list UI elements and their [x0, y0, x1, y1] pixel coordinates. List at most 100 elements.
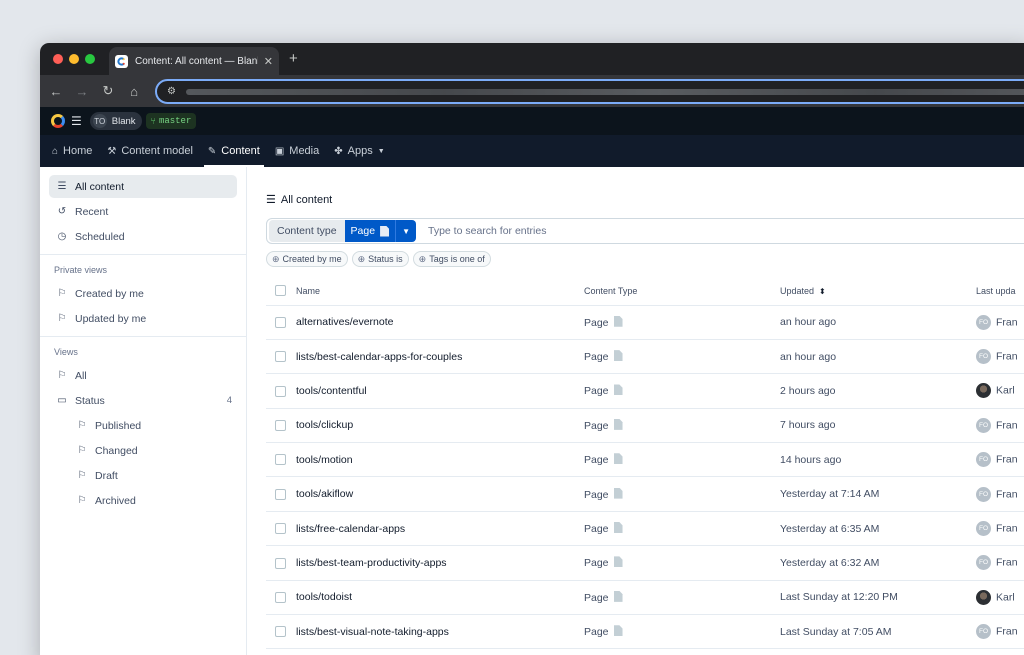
address-bar[interactable]: ⚙: [155, 79, 1024, 104]
column-header-name[interactable]: Name: [296, 277, 584, 306]
maximize-window-button[interactable]: [85, 54, 95, 64]
row-checkbox[interactable]: [275, 420, 286, 432]
filter-status-is[interactable]: ⊕ Status is: [351, 251, 409, 267]
table-row[interactable]: lists/best-calendar-apps-for-couples Page…: [266, 339, 1024, 375]
column-header-content-type[interactable]: Content Type: [584, 277, 780, 306]
sidebar-item-created-by-me[interactable]: ⚐ Created by me: [49, 282, 237, 305]
minimize-window-button[interactable]: [69, 54, 79, 64]
sidebar-item-published[interactable]: ⚐ Published: [69, 414, 237, 437]
row-checkbox[interactable]: [275, 316, 286, 328]
forward-icon[interactable]: →: [69, 84, 95, 99]
bookmark-icon: ⚐: [77, 470, 87, 481]
sidebar-item-draft[interactable]: ⚐ Draft: [69, 464, 237, 487]
row-checkbox[interactable]: [275, 385, 286, 397]
entry-updated: Yesterday at 7:14 AM: [780, 476, 976, 512]
image-icon: ▣: [274, 145, 285, 157]
sidebar-item-scheduled[interactable]: ◷ Scheduled: [49, 225, 237, 248]
entry-name[interactable]: lists/best-team-productivity-apps: [296, 545, 584, 581]
sidebar-item-recent[interactable]: ↺ Recent: [49, 200, 237, 223]
home-icon[interactable]: ⌂: [121, 84, 147, 99]
environment-badge[interactable]: ⑂ master: [145, 113, 197, 129]
entry-updated-by: Karl: [976, 580, 1024, 616]
entry-name[interactable]: alternatives/evernote: [296, 305, 584, 340]
sidebar-item-archived[interactable]: ⚐ Archived: [69, 489, 237, 512]
entry-name[interactable]: tools/todoist: [296, 580, 584, 616]
sidebar-item-all-content[interactable]: ☰ All content: [49, 175, 237, 198]
private-views-heading: Private views: [54, 265, 108, 275]
row-checkbox[interactable]: [275, 454, 286, 466]
user-name: Fran: [996, 316, 1018, 329]
tab-close-icon[interactable]: ✕: [264, 55, 273, 68]
entry-updated-by: FO Fran: [976, 614, 1024, 650]
views-heading: Views: [54, 347, 78, 357]
menu-icon[interactable]: ☰: [71, 114, 82, 128]
main-content: ☰ All content Content type Page ▼ ⊕Creat…: [266, 167, 1024, 655]
sidebar-item-changed[interactable]: ⚐ Changed: [69, 439, 237, 462]
nav-item-content[interactable]: ✎ Content: [203, 135, 264, 167]
row-checkbox[interactable]: [275, 488, 286, 500]
entry-name[interactable]: lists/best-calendar-apps-for-couples: [296, 339, 584, 375]
row-select-cell: [266, 305, 296, 340]
nav-item-apps[interactable]: ✤ Apps ▼: [334, 135, 384, 167]
table-row[interactable]: tools/contentful Page 2 hours ago Karl: [266, 373, 1024, 409]
chevron-down-icon[interactable]: ▼: [395, 220, 416, 242]
chevron-down-icon: ▼: [377, 147, 385, 155]
nav-item-media[interactable]: ▣ Media: [275, 135, 319, 167]
row-checkbox[interactable]: [275, 592, 286, 604]
document-icon: [613, 590, 623, 602]
browser-window: Content: All content — Blank ✕ + ← → ↻ ⌂…: [40, 43, 1024, 655]
filter-tags-is-one-of[interactable]: ⊕ Tags is one of: [412, 251, 491, 267]
branch-icon: ⑂: [150, 116, 156, 126]
entry-name[interactable]: tools/contentful: [296, 373, 584, 409]
sidebar-item-updated-by-me[interactable]: ⚐ Updated by me: [49, 307, 237, 330]
entry-updated: Yesterday at 6:32 AM: [780, 545, 976, 581]
row-select-cell: [266, 511, 296, 547]
nav-item-content-model[interactable]: ⚒ Content model: [107, 135, 193, 167]
search-input[interactable]: [428, 225, 1024, 237]
entry-name[interactable]: tools/akiflow: [296, 476, 584, 512]
sidebar-folder-status[interactable]: ▭ Status 4: [49, 389, 237, 412]
table-row[interactable]: lists/best-team-productivity-apps Page Yes…: [266, 545, 1024, 581]
select-all-checkbox[interactable]: [275, 285, 286, 297]
nav-item-home[interactable]: ⌂ Home: [52, 135, 92, 167]
reload-icon[interactable]: ↻: [95, 83, 121, 99]
entry-name[interactable]: tools/motion: [296, 442, 584, 478]
table-row[interactable]: alternatives/evernote Page an hour ago FO Fr…: [266, 305, 1024, 340]
sidebar-item-label: All: [75, 369, 87, 382]
entry-name[interactable]: tools/clickup: [296, 408, 584, 444]
contentful-logo-icon[interactable]: [51, 114, 65, 128]
back-icon[interactable]: ←: [43, 84, 69, 99]
entry-content-type: Page: [584, 511, 780, 547]
close-window-button[interactable]: [53, 54, 63, 64]
entry-name[interactable]: lists/free-calendar-apps: [296, 511, 584, 547]
row-checkbox[interactable]: [275, 626, 286, 638]
table-row[interactable]: tools/todoist Page Last Sunday at 12:20 PM…: [266, 580, 1024, 616]
row-checkbox[interactable]: [275, 523, 286, 535]
column-header-last-updated-by[interactable]: Last upda: [976, 277, 1024, 306]
row-checkbox[interactable]: [275, 557, 286, 569]
content-type-text: Page: [584, 591, 609, 604]
filter-created-by-me[interactable]: ⊕ Created by me: [266, 251, 348, 267]
new-tab-button[interactable]: +: [289, 50, 298, 67]
history-icon: ↺: [57, 206, 67, 217]
site-settings-icon[interactable]: ⚙: [167, 86, 176, 97]
table-row[interactable]: lists/best-visual-note-taking-apps Page La…: [266, 614, 1024, 650]
table-row[interactable]: tools/clickup Page 7 hours ago FO Fran: [266, 408, 1024, 444]
user-name: Fran: [996, 625, 1018, 638]
space-switcher[interactable]: TO Blank: [89, 112, 142, 130]
table-row[interactable]: tools/akiflow Page Yesterday at 7:14 AM FO F…: [266, 476, 1024, 512]
content-type-select[interactable]: Page: [344, 220, 396, 242]
clock-icon: ◷: [57, 231, 67, 242]
row-checkbox[interactable]: [275, 351, 286, 363]
entry-updated: 7 hours ago: [780, 408, 976, 444]
entry-content-type: Page: [584, 408, 780, 444]
avatar: FO: [976, 417, 991, 433]
sidebar-item-all[interactable]: ⚐ All: [49, 364, 237, 387]
table-row[interactable]: tools/motion Page 14 hours ago FO Fran: [266, 442, 1024, 478]
table-row[interactable]: lists/free-calendar-apps Page Yesterday at…: [266, 511, 1024, 547]
column-header-updated[interactable]: Updated ⬍: [780, 277, 976, 306]
entry-name[interactable]: lists/best-visual-note-taking-apps: [296, 614, 584, 650]
row-select-cell: [266, 442, 296, 478]
browser-tab[interactable]: Content: All content — Blank ✕: [109, 47, 279, 75]
user-name: Fran: [996, 350, 1018, 363]
